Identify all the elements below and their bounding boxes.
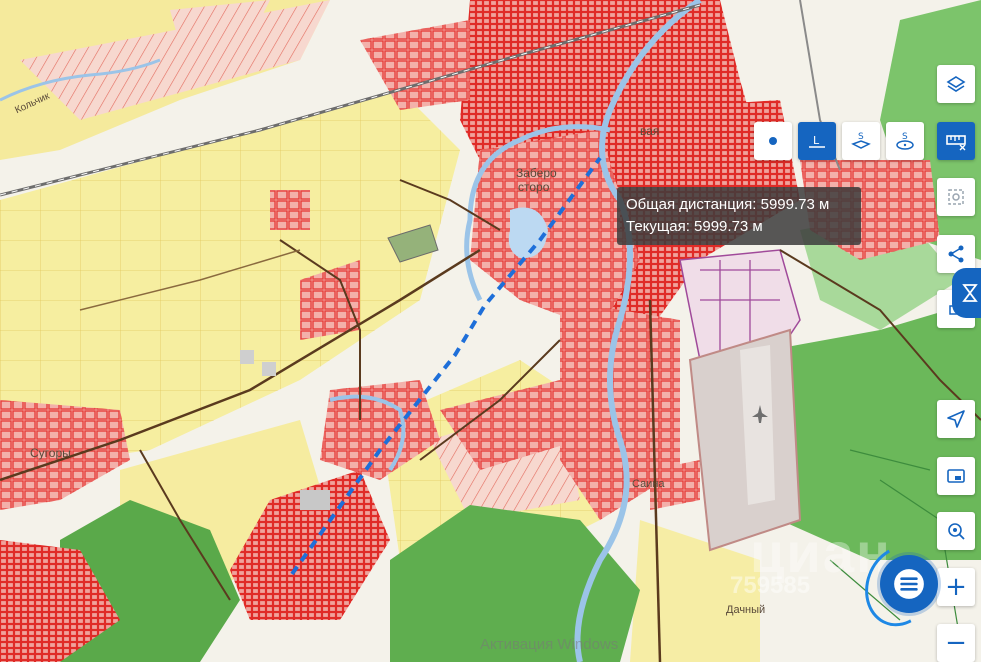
measure-line-button[interactable]: L (798, 122, 836, 160)
zoom-in-button[interactable]: + (937, 568, 975, 606)
plus-icon: + (945, 572, 967, 602)
chat-button[interactable] (880, 555, 938, 613)
line-measure-icon: L (809, 134, 825, 148)
phone-watermark: 759585 (730, 572, 811, 599)
measure-point-button[interactable] (754, 122, 792, 160)
layers-icon (946, 76, 966, 92)
chat-icon (894, 569, 924, 599)
geo-search-button[interactable] (937, 512, 975, 550)
measure-circle-button[interactable]: S (886, 122, 924, 160)
select-area-button[interactable] (937, 178, 975, 216)
windows-activation-watermark: Активация Windows (480, 636, 619, 653)
ruler-icon (946, 135, 966, 151)
point-icon (769, 137, 777, 145)
area-measure-icon: S (851, 132, 871, 149)
hourglass-icon (962, 284, 978, 302)
measure-area-button[interactable]: S (842, 122, 880, 160)
minus-icon: − (945, 628, 967, 658)
svg-text:L: L (813, 134, 820, 147)
current-distance-label: Текущая: 5999.73 м (626, 218, 763, 235)
map-label-suguri: Сугоры (30, 446, 71, 460)
geo-search-icon (948, 523, 965, 540)
layers-button[interactable] (937, 65, 975, 103)
share-icon (948, 245, 964, 263)
map-label-vaya: вая (640, 124, 660, 138)
panorama-button[interactable] (937, 457, 975, 495)
navigate-icon (947, 410, 965, 428)
map-label-sayna: Саина (632, 478, 665, 490)
map-label-zaberezhnaya: Заберо (516, 166, 557, 180)
side-panel-toggle[interactable] (952, 268, 981, 318)
distance-tooltip: Общая дистанция: 5999.73 м Текущая: 5999… (617, 187, 861, 245)
panorama-icon (947, 469, 965, 483)
zoom-out-button[interactable]: − (937, 624, 975, 662)
map-label-storona: сторо (518, 180, 550, 194)
ruler-button[interactable] (937, 122, 975, 160)
navigate-button[interactable] (937, 400, 975, 438)
map-label-dachny: Дачный (726, 604, 766, 616)
settlement (270, 190, 310, 230)
select-area-icon (948, 189, 964, 205)
total-distance-label: Общая дистанция: 5999.73 м (626, 196, 830, 213)
circle-measure-icon: S (896, 132, 914, 150)
